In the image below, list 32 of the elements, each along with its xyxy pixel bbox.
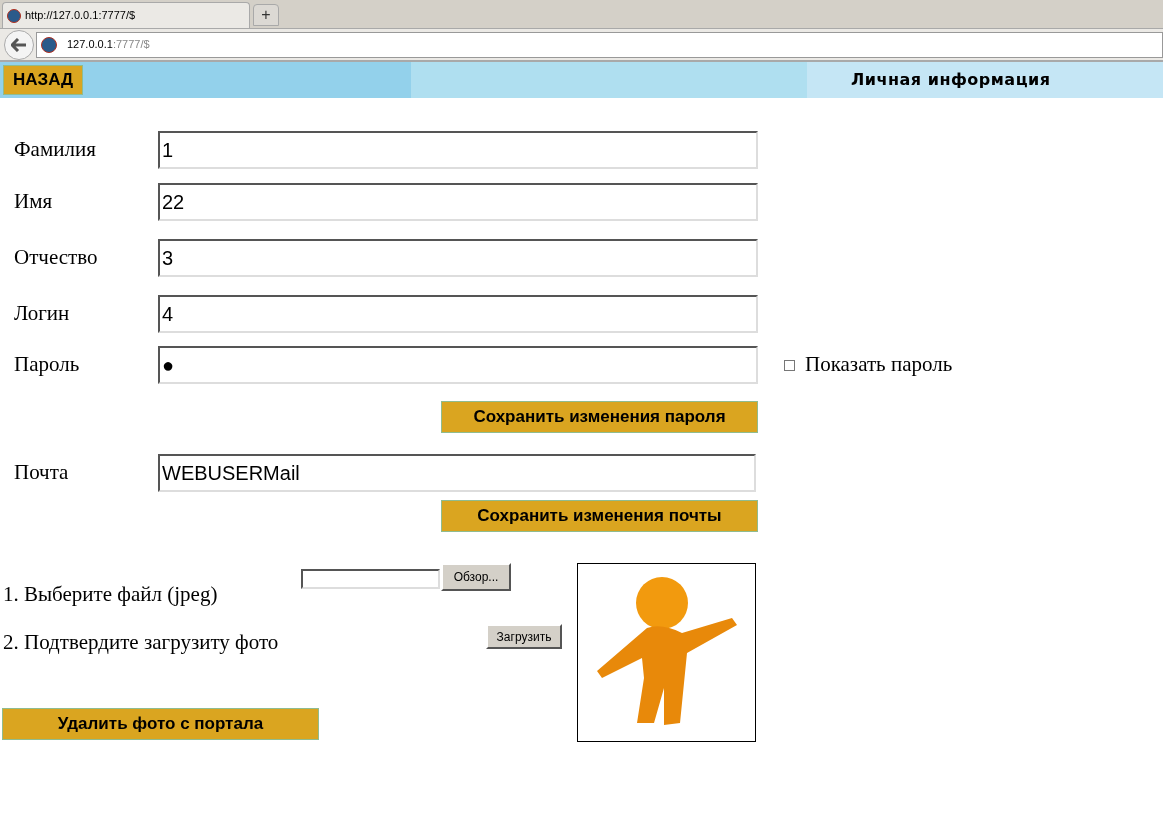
file-field[interactable] (301, 569, 440, 589)
back-button[interactable]: НАЗАД (3, 65, 84, 95)
save-password-button[interactable]: Сохранить изменения пароля (441, 401, 758, 433)
tab-title: http://127.0.0.1:7777/$ (25, 8, 136, 24)
field-label: Почта (14, 459, 70, 487)
field-label: Имя (14, 188, 54, 216)
input-field[interactable]: 1 (158, 131, 758, 169)
input-field[interactable]: ● (158, 346, 758, 384)
input-field[interactable]: WEBUSERMail (158, 454, 756, 492)
address-field[interactable]: 127.0.0.1:7777/$ (36, 31, 1163, 58)
address-path: :7777/$ (112, 37, 150, 53)
field-label: Логин (14, 300, 71, 328)
field-label: Пароль (14, 351, 81, 379)
step-text: 1. Выберите файл (jpeg) (3, 581, 218, 608)
input-field[interactable]: 3 (158, 239, 758, 277)
field-label: Фамилия (14, 136, 97, 164)
delete-photo-button[interactable]: Удалить фото с портала (2, 708, 319, 740)
step-text: 2. Подтвердите загрузиту фото (3, 629, 279, 656)
browser-tab[interactable]: http://127.0.0.1:7777/$ (2, 2, 250, 28)
page-title: Личная информация (851, 69, 1051, 91)
site-icon (7, 8, 21, 23)
new-tab-button[interactable]: + (253, 4, 279, 26)
site-icon (41, 36, 57, 53)
input-field[interactable]: 4 (158, 295, 758, 333)
address-host: 127.0.0.1 (67, 37, 113, 53)
browse-button[interactable]: Обзор... (441, 563, 511, 591)
checkbox[interactable] (784, 359, 795, 371)
checkbox-label: Показать пароль (805, 351, 953, 379)
save-mail-button[interactable]: Сохранить изменения почты (441, 500, 758, 532)
upload-button[interactable]: Загрузить (486, 624, 562, 649)
input-field[interactable]: 22 (158, 183, 758, 221)
field-label: Отчество (14, 244, 99, 272)
